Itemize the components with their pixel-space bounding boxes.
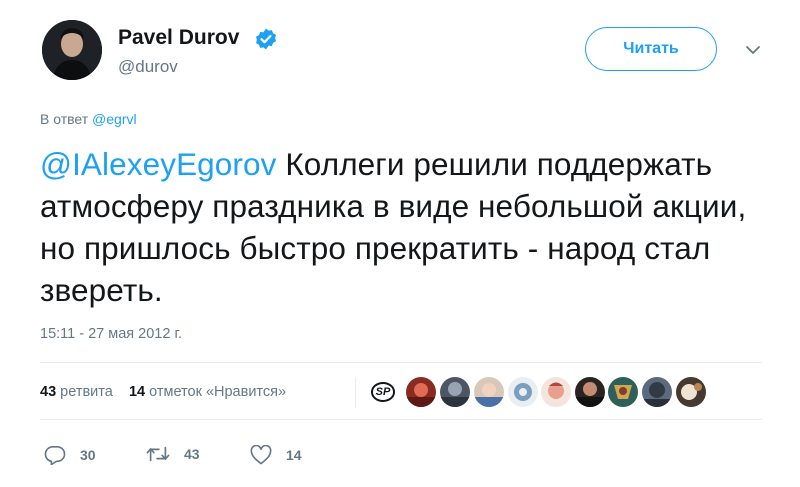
author-avatar[interactable]	[42, 20, 102, 80]
heart-icon	[250, 445, 272, 465]
liker-avatar[interactable]	[474, 377, 504, 407]
reply-mention-link[interactable]: @egrvl	[92, 111, 137, 127]
author-handle[interactable]: @durov	[118, 57, 178, 77]
liker-avatar[interactable]	[406, 377, 436, 407]
reply-context: В ответ @egrvl	[40, 111, 137, 127]
divider	[40, 362, 762, 363]
liker-avatar[interactable]	[440, 377, 470, 407]
avatar-photo	[42, 20, 102, 80]
divider	[40, 419, 762, 420]
liker-avatar-sp[interactable]: SP	[367, 377, 399, 407]
like-count: 14	[286, 447, 302, 463]
follow-button[interactable]: Читать	[585, 27, 717, 71]
liker-avatar[interactable]	[508, 377, 538, 407]
verified-badge-icon	[254, 27, 278, 51]
liker-avatar-sp-label: SP	[370, 382, 396, 402]
retweets-count[interactable]: 43	[40, 384, 56, 400]
reply-count: 30	[80, 447, 96, 463]
likes-label[interactable]: отметок «Нравится»	[149, 384, 286, 400]
author-name[interactable]: Pavel Durov	[118, 26, 239, 50]
liker-avatar[interactable]	[642, 377, 672, 407]
retweet-count: 43	[184, 446, 200, 462]
likes-count[interactable]: 14	[129, 384, 145, 400]
tweet-stats: 43 ретвита 14 отметок «Нравится»	[40, 384, 286, 400]
retweet-icon	[146, 446, 170, 462]
reply-icon	[44, 446, 66, 465]
liker-avatar[interactable]	[575, 377, 605, 407]
liker-avatar[interactable]	[541, 377, 571, 407]
liker-avatar[interactable]	[676, 377, 706, 407]
tweet-mention-link[interactable]: @IAlexeyEgorov	[40, 146, 276, 182]
stats-divider	[355, 378, 356, 408]
liker-avatar[interactable]	[608, 377, 638, 407]
tweet-timestamp[interactable]: 15:11 - 27 мая 2012 г.	[40, 326, 182, 342]
tweet-text: @IAlexeyEgorov Коллеги решили поддержать…	[40, 143, 760, 311]
reply-prefix: В ответ	[40, 111, 89, 127]
like-button[interactable]: 14	[250, 445, 302, 465]
chevron-down-icon[interactable]	[745, 43, 761, 55]
reply-button[interactable]: 30	[44, 445, 96, 465]
retweet-button[interactable]: 43	[146, 445, 200, 463]
retweets-label[interactable]: ретвита	[60, 384, 113, 400]
